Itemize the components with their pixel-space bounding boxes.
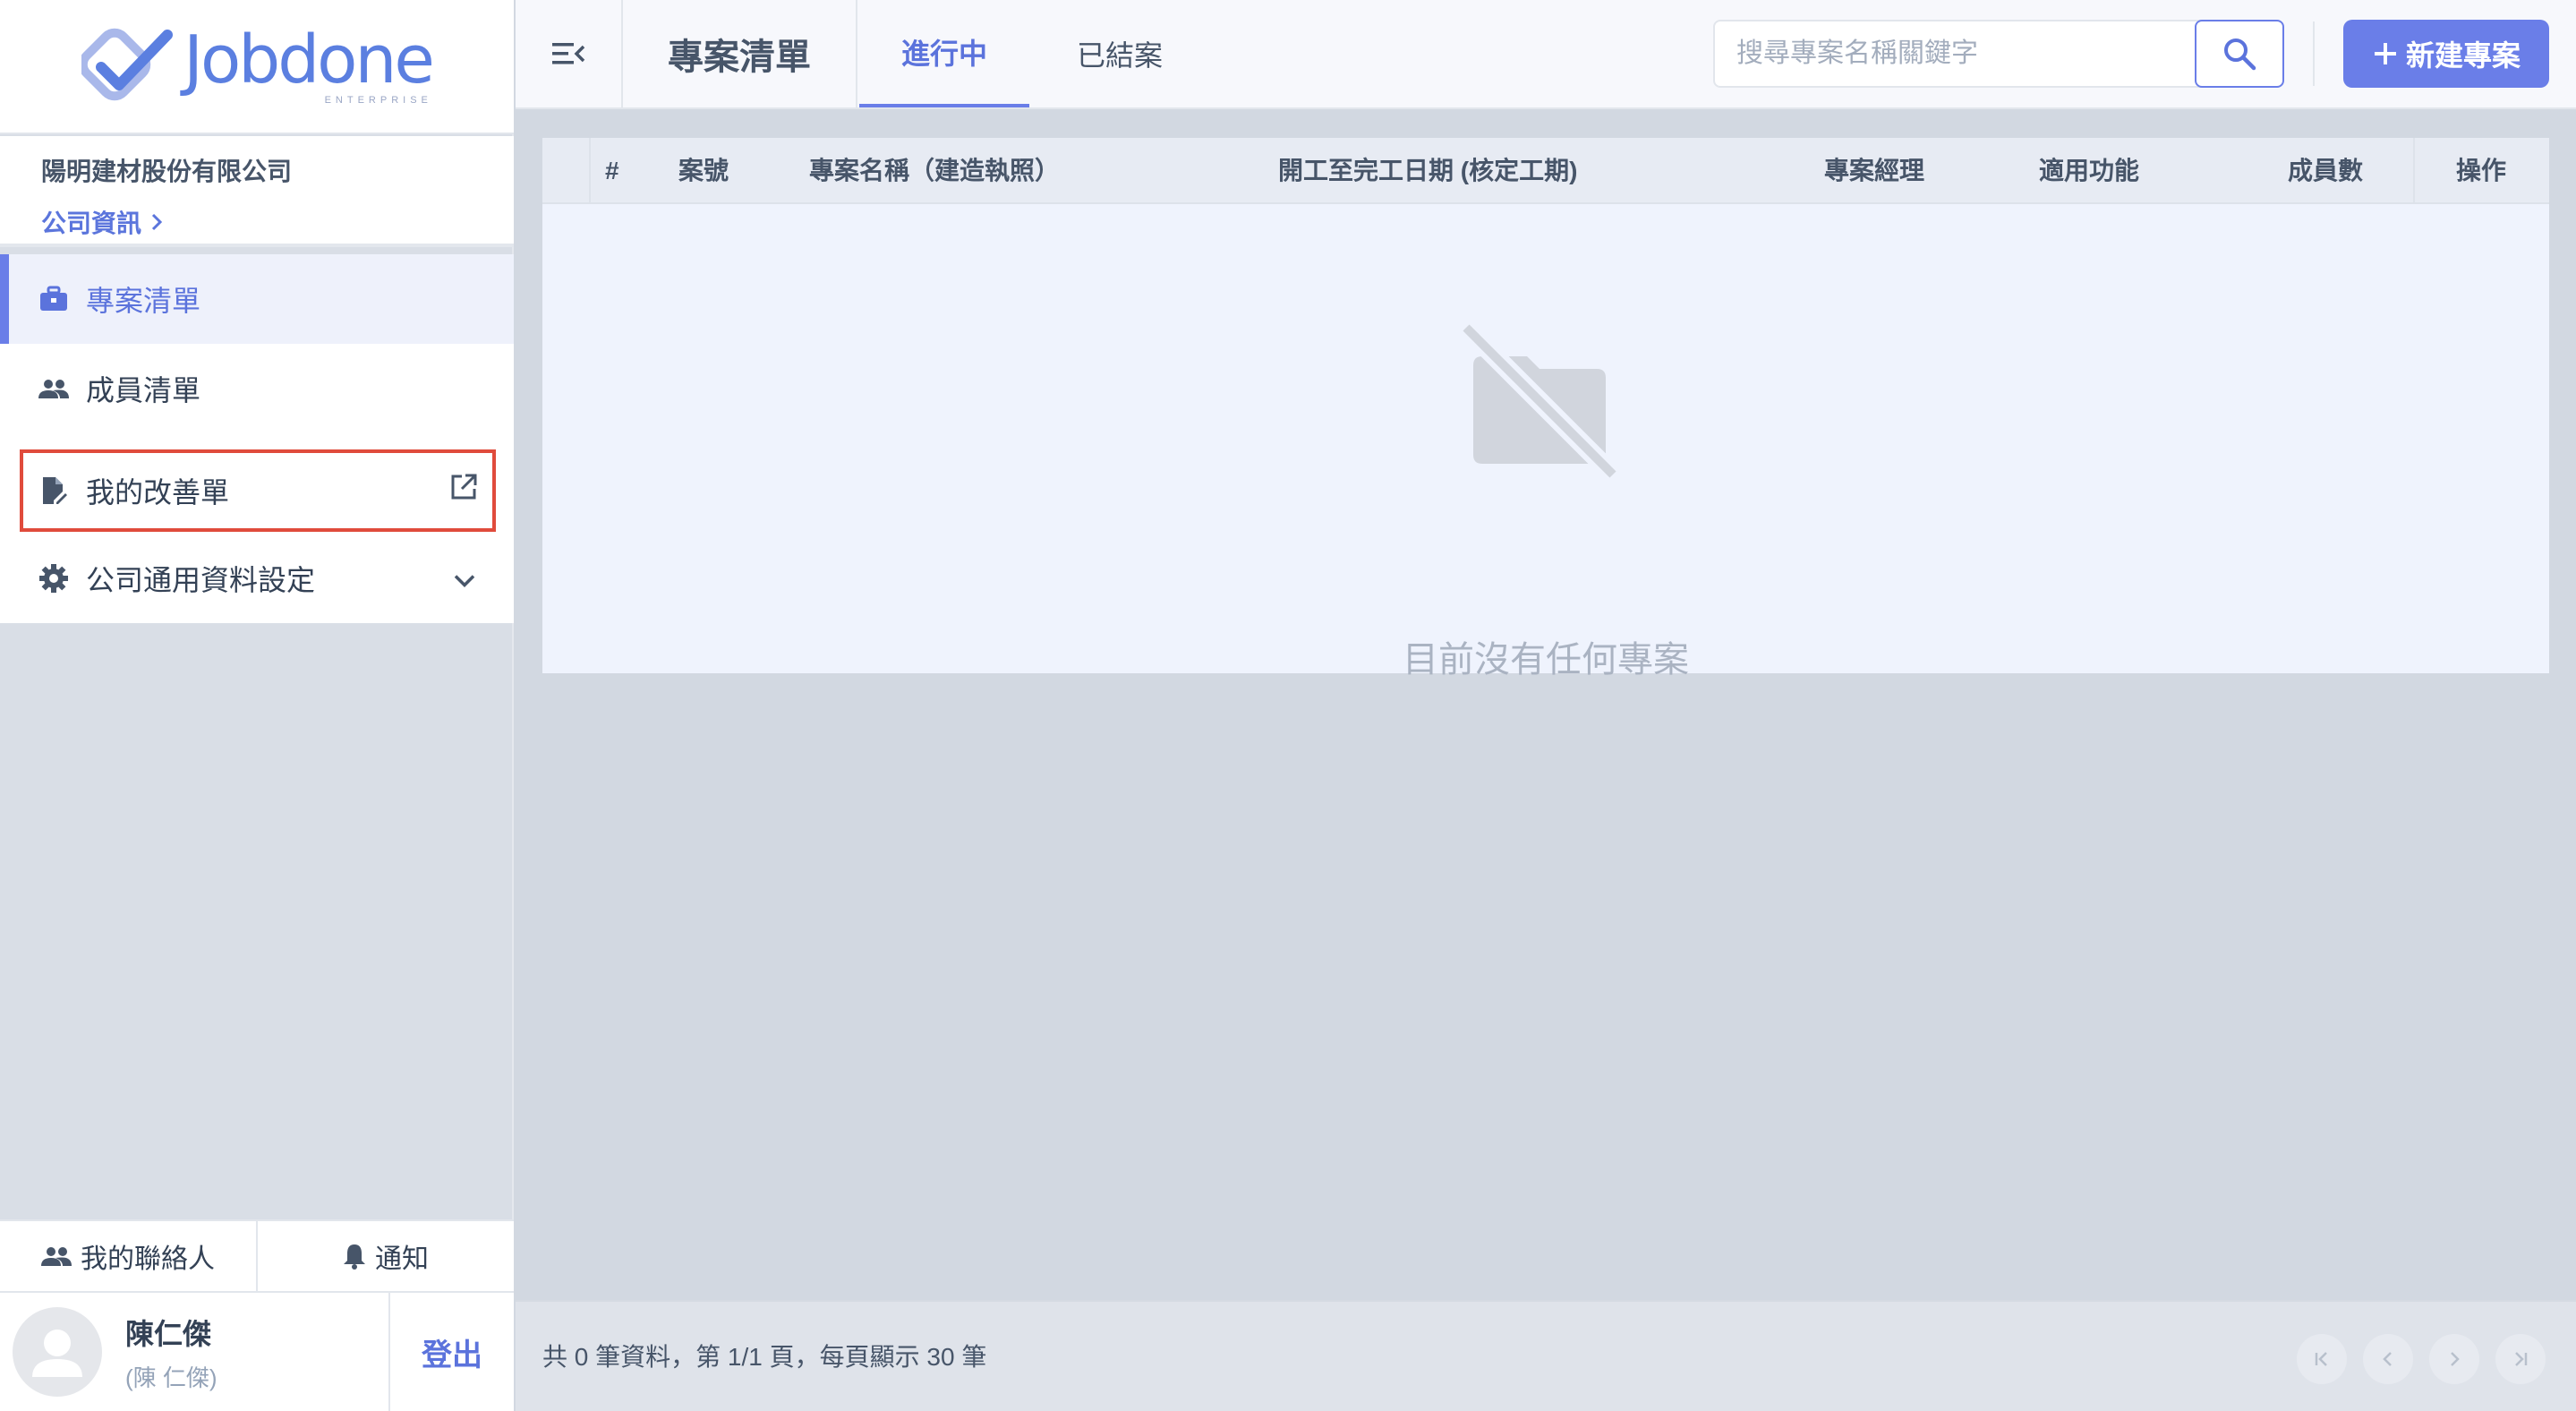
chevron-down-icon[interactable] [453, 562, 476, 595]
projects-table: # 案號 專案名稱（建造執照） 開工至完工日期 (核定工期) 專案經理 適用功能… [542, 138, 2549, 680]
sidebar-item-projects[interactable]: 專案清單 [0, 254, 514, 344]
avatar [13, 1307, 102, 1397]
sidebar-bottom-tabs: 我的聯絡人 通知 [0, 1219, 514, 1293]
company-panel: 陽明建材股份有限公司 公司資訊 [0, 136, 514, 247]
column-header-actions: 操作 [2456, 157, 2507, 184]
column-header-project-manager[interactable]: 專案經理 [1824, 138, 1924, 204]
logo-area: Jobdone ENTERPRISE [0, 0, 514, 134]
sidebar-item-label: 我的改善單 [86, 476, 230, 509]
first-page-icon [2315, 1352, 2327, 1366]
logo-text: Jobdone [183, 21, 435, 98]
briefcase-icon [38, 283, 70, 315]
column-header-member-count[interactable]: 成員數 [2288, 138, 2363, 204]
search-button[interactable] [2195, 20, 2284, 88]
sidebar-item-label: 公司通用資料設定 [86, 564, 316, 596]
people-icon [38, 372, 70, 405]
logo-subtext: ENTERPRISE [324, 95, 432, 106]
chevron-right-icon [151, 213, 163, 231]
people-icon [41, 1247, 72, 1266]
column-header-index: # [605, 157, 619, 184]
column-divider [589, 138, 591, 204]
tab-in-progress[interactable]: 進行中 [859, 0, 1029, 107]
sidebar-item-members[interactable]: 成員清單 [0, 344, 514, 433]
column-header-case-number[interactable]: 案號 [678, 138, 729, 204]
notifications-tab[interactable]: 通知 [256, 1221, 514, 1291]
logo-check-icon [81, 28, 174, 101]
user-area: 陳仁傑 (陳 仁傑) 登出 [0, 1293, 514, 1411]
user-name: 陳仁傑 [125, 1317, 212, 1350]
empty-folder-icon [1459, 321, 1620, 486]
sidebar-nav: 專案清單 成員清單 我的改善單 公司通用資料設定 [0, 254, 514, 623]
pagination-summary: 共 0 筆資料，第 1/1 頁，每頁顯示 30 筆 [542, 1343, 987, 1371]
column-header-features[interactable]: 適用功能 [2039, 138, 2139, 204]
chevron-right-icon [2451, 1352, 2460, 1366]
column-divider [2413, 138, 2415, 204]
previous-page-button[interactable] [2363, 1334, 2413, 1384]
first-page-button[interactable] [2297, 1334, 2347, 1384]
user-placeholder-icon [32, 1330, 82, 1377]
user-profile[interactable]: 陳仁傑 (陳 仁傑) [0, 1293, 388, 1411]
my-contacts-label: 我的聯絡人 [81, 1244, 215, 1274]
user-subname: (陳 仁傑) [125, 1364, 218, 1391]
new-project-label: 新建專案 [2405, 39, 2521, 72]
external-link-icon[interactable] [449, 473, 478, 509]
company-info-label: 公司資訊 [41, 210, 142, 237]
document-edit-icon [38, 475, 70, 507]
sidebar: Jobdone ENTERPRISE 陽明建材股份有限公司 公司資訊 專案清單 [0, 0, 514, 1411]
app-logo[interactable]: Jobdone ENTERPRISE [81, 21, 435, 107]
plus-icon [2374, 43, 2396, 64]
next-page-button[interactable] [2429, 1334, 2479, 1384]
header-divider [2313, 21, 2315, 86]
column-header-date-range[interactable]: 開工至完工日期 (核定工期) [1278, 138, 1577, 204]
notifications-label: 通知 [375, 1244, 429, 1274]
tab-closed[interactable]: 已結案 [1035, 0, 1205, 107]
sidebar-item-my-improvement[interactable]: 我的改善單 [20, 449, 496, 532]
bell-icon [344, 1244, 365, 1270]
last-page-icon [2515, 1352, 2528, 1366]
search-input[interactable] [1713, 20, 2227, 88]
last-page-button[interactable] [2495, 1334, 2546, 1384]
search-icon [2224, 38, 2256, 71]
page-title: 專案清單 [621, 0, 857, 107]
chevron-left-icon [2383, 1352, 2392, 1366]
sidebar-item-label: 成員清單 [86, 374, 201, 406]
pagination-footer: 共 0 筆資料，第 1/1 頁，每頁顯示 30 筆 [516, 1300, 2576, 1411]
collapse-sidebar-button[interactable] [516, 0, 621, 107]
column-header-project-name[interactable]: 專案名稱（建造執照） [809, 138, 1060, 204]
menu-collapse-icon [552, 43, 585, 64]
my-contacts-tab[interactable]: 我的聯絡人 [0, 1221, 256, 1291]
sidebar-item-label: 專案清單 [86, 285, 201, 317]
sidebar-item-company-settings[interactable]: 公司通用資料設定 [0, 534, 514, 623]
company-info-link[interactable]: 公司資訊 [41, 204, 514, 240]
table-header: # 案號 專案名稱（建造執照） 開工至完工日期 (核定工期) 專案經理 適用功能… [542, 138, 2549, 204]
gear-icon [38, 562, 70, 594]
top-header: 專案清單 進行中 已結案 新建專案 [516, 0, 2576, 109]
company-name: 陽明建材股份有限公司 [41, 158, 293, 185]
logout-button[interactable]: 登出 [388, 1293, 514, 1411]
empty-state-message: 目前沒有任何專案 [1403, 640, 1689, 680]
new-project-button[interactable]: 新建專案 [2343, 20, 2549, 88]
